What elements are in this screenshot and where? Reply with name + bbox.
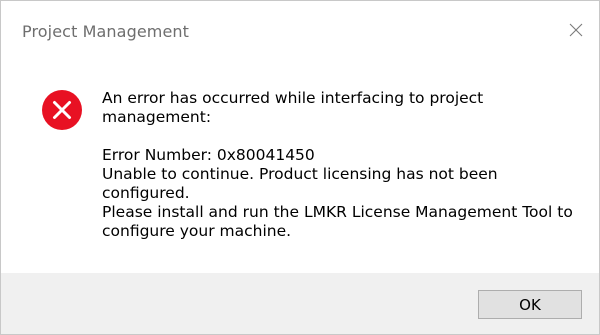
message-line: management:: [102, 108, 212, 126]
error-dialog: Project Management An error has occurred…: [0, 0, 600, 335]
detail-line: configure your machine.: [102, 222, 292, 240]
close-icon: [569, 23, 583, 37]
button-bar: OK: [1, 273, 599, 334]
ok-button[interactable]: OK: [478, 290, 582, 319]
detail-line: configured.: [102, 184, 190, 202]
error-number: Error Number: 0x80041450: [102, 146, 315, 164]
detail-line: Unable to continue. Product licensing ha…: [102, 165, 498, 183]
message-gap: [102, 127, 582, 146]
close-button[interactable]: [553, 11, 599, 51]
error-message: An error has occurred while interfacing …: [102, 89, 582, 241]
title-bar: Project Management: [1, 1, 599, 61]
dialog-content: An error has occurred while interfacing …: [1, 61, 599, 273]
error-icon: [42, 90, 82, 130]
dialog-title: Project Management: [22, 22, 190, 41]
detail-line: Please install and run the LMKR License …: [102, 203, 573, 221]
message-line: An error has occurred while interfacing …: [102, 89, 484, 107]
